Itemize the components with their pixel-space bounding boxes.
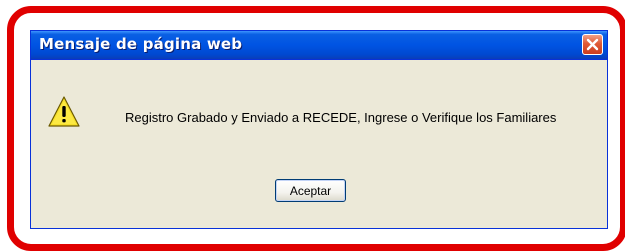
dialog-title: Mensaje de página web xyxy=(39,35,243,53)
dialog-message: Registro Grabado y Enviado a RECEDE, Ing… xyxy=(125,110,557,125)
ok-button[interactable]: Aceptar xyxy=(275,179,346,202)
alert-dialog: Mensaje de página web Registro Grabado y… xyxy=(30,30,608,229)
warning-icon xyxy=(48,96,80,127)
dialog-titlebar[interactable]: Mensaje de página web xyxy=(31,31,607,60)
close-icon xyxy=(586,38,599,51)
close-button[interactable] xyxy=(582,34,603,55)
